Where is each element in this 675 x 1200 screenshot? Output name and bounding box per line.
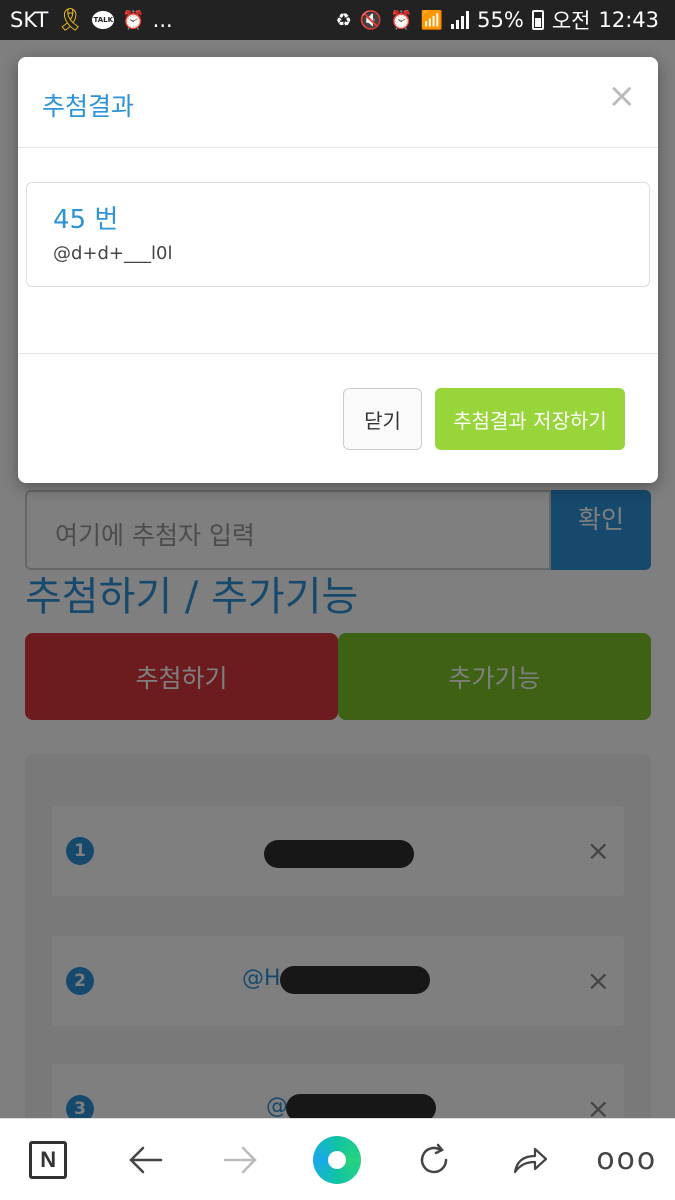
battery-saver-icon: ♻ xyxy=(335,9,352,31)
carrier-label: SKT xyxy=(10,8,49,32)
more-notifications: ... xyxy=(152,8,173,32)
talk-icon: TALK xyxy=(92,11,115,29)
alarm-icon: ⏰ xyxy=(390,9,413,31)
back-arrow-icon xyxy=(128,1146,162,1173)
close-button[interactable]: 닫기 xyxy=(343,388,422,450)
mute-icon: 🔇 xyxy=(359,9,383,31)
status-bar: SKT 🎗 TALK ⏰ ... ♻ 🔇 ⏰ 📶 55% 오전 12:43 xyxy=(0,0,675,40)
refresh-button[interactable] xyxy=(404,1130,464,1190)
result-modal: 추첨결과 × 45 번 @d+d+___l0l 닫기 추첨결과 저장하기 xyxy=(18,57,658,483)
ribbon-icon: 🎗 xyxy=(56,7,85,33)
browser-toolbar: N ooo xyxy=(0,1118,675,1200)
share-icon xyxy=(514,1147,548,1173)
wifi-icon: 📶 xyxy=(420,9,444,31)
modal-title: 추첨결과 xyxy=(42,92,135,121)
more-dots-icon: ooo xyxy=(596,1142,658,1177)
battery-icon xyxy=(531,10,544,30)
battery-percent: 55% xyxy=(477,8,524,32)
forward-arrow-icon xyxy=(223,1146,257,1173)
naver-logo-icon: N xyxy=(29,1140,68,1179)
save-result-button[interactable]: 추첨결과 저장하기 xyxy=(435,388,625,450)
modal-footer: 닫기 추첨결과 저장하기 xyxy=(18,353,658,483)
forward-button[interactable] xyxy=(211,1130,271,1190)
clock: 12:43 xyxy=(598,8,659,32)
more-menu-button[interactable]: ooo xyxy=(596,1130,658,1190)
modal-header: 추첨결과 × xyxy=(18,57,658,148)
share-button[interactable] xyxy=(500,1130,560,1190)
green-dot-button[interactable] xyxy=(307,1130,367,1190)
back-button[interactable] xyxy=(115,1130,175,1190)
result-handle: @d+d+___l0l xyxy=(53,243,173,264)
alarm-icon: ⏰ xyxy=(122,9,145,31)
result-card: 45 번 @d+d+___l0l xyxy=(26,182,650,287)
home-button[interactable]: N xyxy=(18,1130,78,1190)
time-prefix: 오전 xyxy=(551,9,591,33)
result-number: 45 번 xyxy=(53,205,119,235)
refresh-icon xyxy=(420,1143,448,1173)
green-dot-icon xyxy=(313,1135,362,1184)
signal-icon xyxy=(451,11,470,29)
close-icon[interactable]: × xyxy=(608,79,637,113)
